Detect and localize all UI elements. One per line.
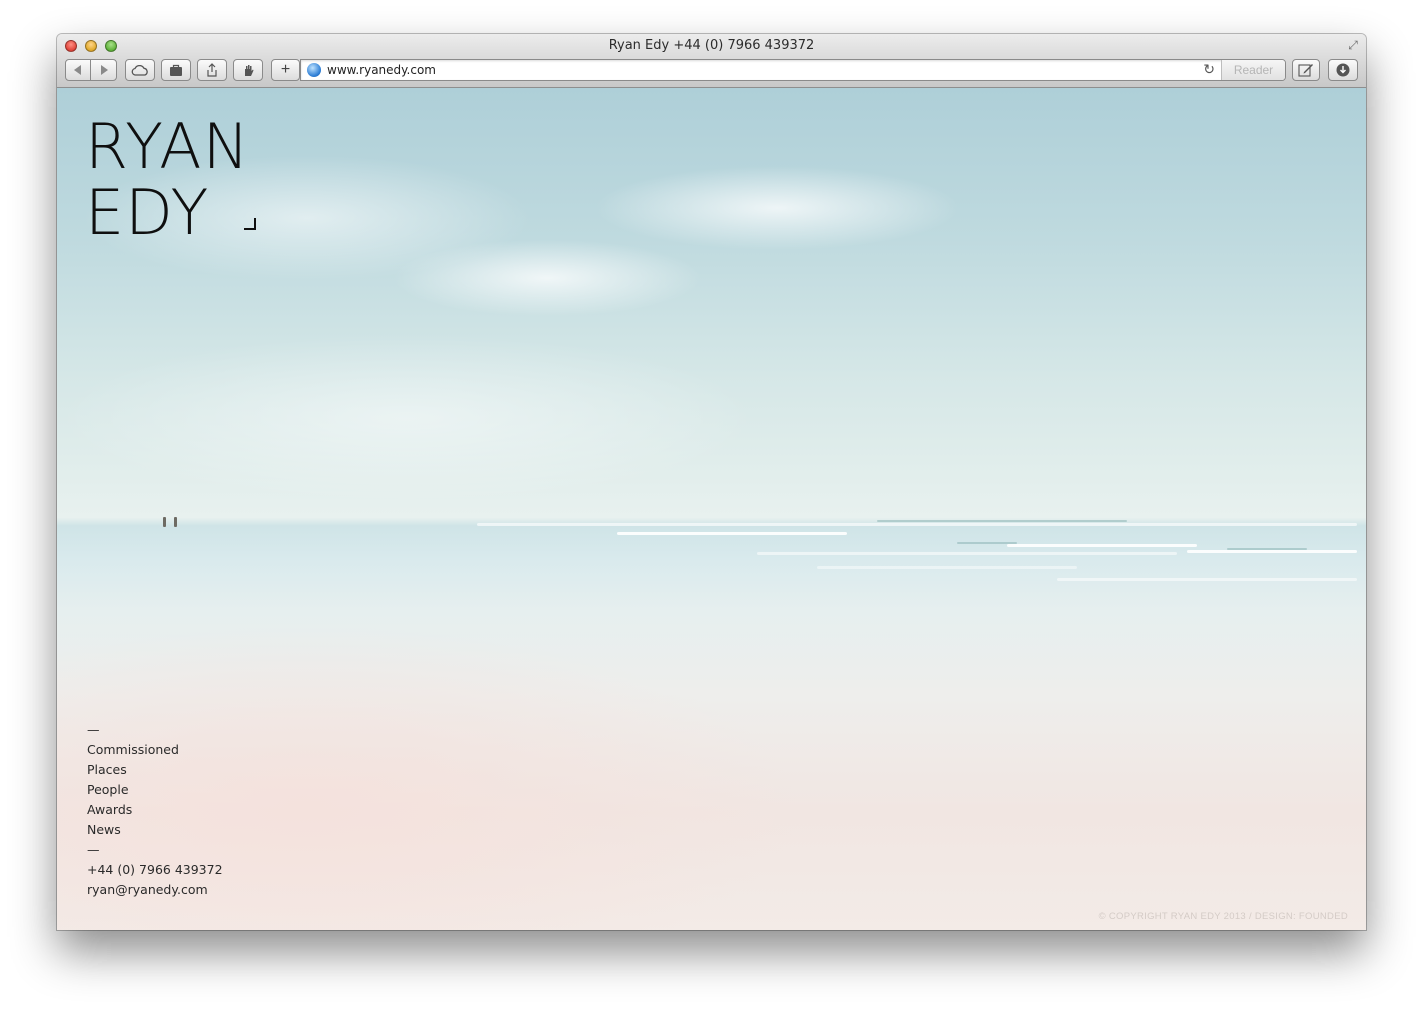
nav-item-news[interactable]: News bbox=[87, 820, 223, 840]
nav-item-places[interactable]: Places bbox=[87, 760, 223, 780]
privacy-button[interactable] bbox=[233, 59, 263, 81]
back-arrow-icon bbox=[74, 65, 81, 75]
url-text[interactable]: www.ryanedy.com bbox=[327, 63, 436, 77]
download-icon bbox=[1336, 63, 1350, 77]
wave bbox=[617, 532, 847, 535]
globe-icon bbox=[307, 63, 321, 77]
fullscreen-icon[interactable]: ⤢ bbox=[1346, 38, 1360, 52]
nav-divider: — bbox=[87, 722, 100, 737]
wave bbox=[877, 520, 1127, 522]
wave bbox=[1007, 544, 1197, 547]
back-button[interactable] bbox=[65, 59, 91, 81]
window-title: Ryan Edy +44 (0) 7966 439372 bbox=[608, 38, 815, 53]
wave bbox=[1057, 578, 1357, 581]
wave bbox=[1187, 550, 1357, 553]
share-button[interactable] bbox=[197, 59, 227, 81]
forward-button[interactable] bbox=[90, 59, 117, 81]
beach-figure bbox=[174, 517, 177, 527]
forward-arrow-icon bbox=[100, 65, 108, 75]
logo-corner-mark bbox=[244, 218, 256, 230]
address-bar[interactable]: www.ryanedy.com ↻ Reader bbox=[300, 59, 1286, 81]
reading-list-button[interactable] bbox=[161, 59, 191, 81]
add-bookmark-button[interactable]: + bbox=[271, 59, 300, 81]
nav-item-awards[interactable]: Awards bbox=[87, 800, 223, 820]
browser-window: Ryan Edy +44 (0) 7966 439372 ⤢ + www.rya… bbox=[57, 34, 1366, 930]
contact-email[interactable]: ryan@ryanedy.com bbox=[87, 880, 223, 900]
wave bbox=[817, 566, 1077, 569]
site-nav: — Commissioned Places People Awards News… bbox=[87, 720, 223, 900]
beach-figure bbox=[163, 517, 166, 527]
site-logo[interactable]: RYAN EDY bbox=[85, 114, 260, 246]
nav-divider: — bbox=[87, 842, 100, 857]
wave bbox=[957, 542, 1017, 544]
wave bbox=[477, 523, 1357, 526]
contact-phone[interactable]: +44 (0) 7966 439372 bbox=[87, 860, 223, 880]
reload-icon[interactable]: ↻ bbox=[1203, 61, 1215, 78]
web-page: RYAN EDY — Commissioned Places People Aw… bbox=[57, 88, 1366, 930]
nav-item-people[interactable]: People bbox=[87, 780, 223, 800]
nav-item-commissioned[interactable]: Commissioned bbox=[87, 740, 223, 760]
reader-button[interactable]: Reader bbox=[1221, 60, 1285, 80]
logo-line-2: EDY bbox=[85, 176, 210, 249]
edit-button[interactable] bbox=[1292, 59, 1320, 81]
copyright-text: © COPYRIGHT RYAN EDY 2013 / DESIGN: FOUN… bbox=[1098, 911, 1348, 922]
bag-icon bbox=[170, 64, 182, 76]
downloads-button[interactable] bbox=[1328, 59, 1358, 81]
cloud-icon bbox=[131, 64, 148, 76]
title-bar: Ryan Edy +44 (0) 7966 439372 ⤢ + www.rya… bbox=[57, 34, 1366, 88]
wave bbox=[757, 552, 1177, 555]
wave bbox=[1227, 548, 1307, 550]
logo-line-1: RYAN bbox=[85, 110, 250, 183]
share-icon bbox=[207, 63, 217, 77]
hand-icon bbox=[245, 64, 254, 76]
icloud-tabs-button[interactable] bbox=[125, 59, 155, 81]
pencil-icon bbox=[1298, 64, 1313, 77]
